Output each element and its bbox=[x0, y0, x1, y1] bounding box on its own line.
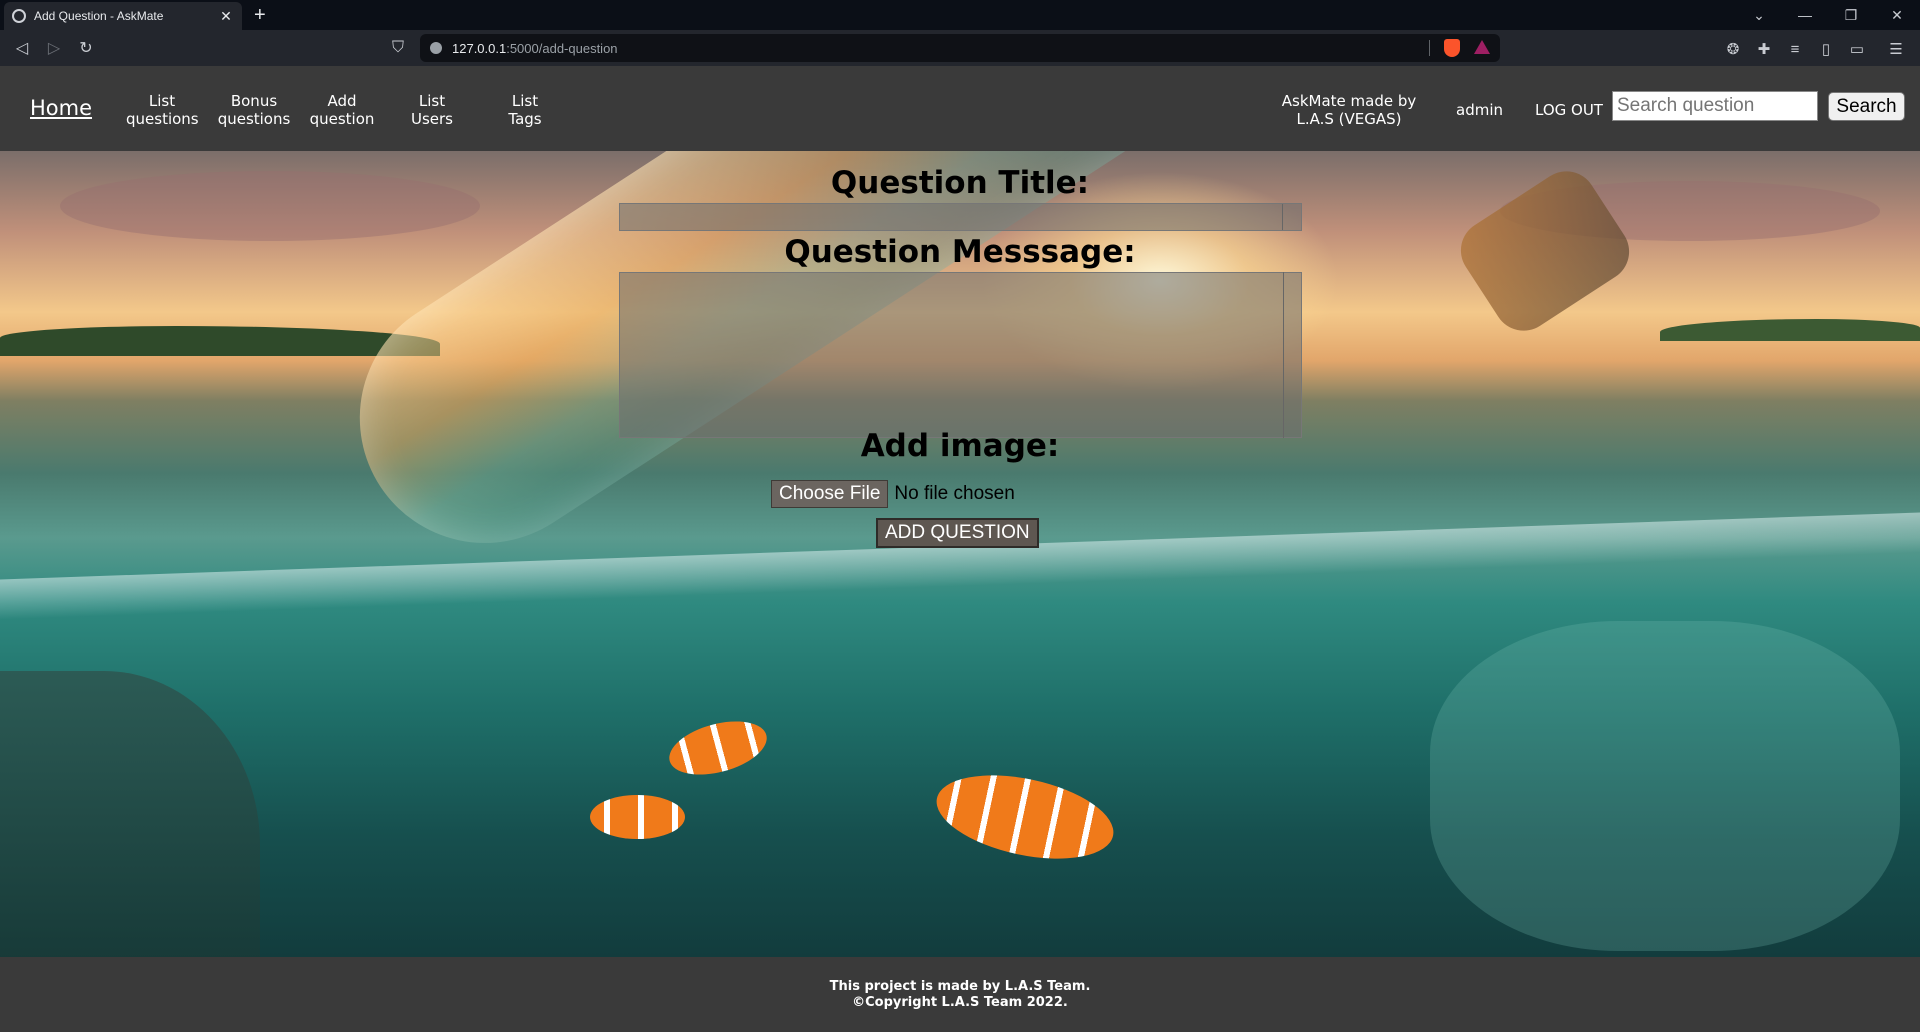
brand-line2: L.A.S (VEGAS) bbox=[1296, 110, 1402, 128]
brave-shields-icon[interactable] bbox=[1444, 39, 1460, 57]
clownfish bbox=[663, 711, 773, 785]
globe-icon bbox=[12, 9, 26, 23]
divider bbox=[1429, 40, 1430, 56]
title-input[interactable] bbox=[619, 203, 1302, 231]
nav-link-line1: List bbox=[418, 92, 446, 110]
resize-bar bbox=[1282, 204, 1283, 230]
nav-list-users-link[interactable]: List Users bbox=[404, 92, 460, 128]
search-button[interactable]: Search bbox=[1828, 92, 1905, 121]
brave-rewards-icon[interactable] bbox=[1474, 40, 1490, 54]
image-label: Add image: bbox=[860, 428, 1060, 464]
wallet-icon[interactable]: ▭ bbox=[1846, 38, 1868, 60]
nav-add-question-link[interactable]: Add question bbox=[308, 92, 376, 128]
puzzle-icon[interactable]: ✚ bbox=[1753, 38, 1775, 60]
extension-icon[interactable]: ❂ bbox=[1722, 38, 1744, 60]
tab-title: Add Question - AskMate bbox=[34, 9, 164, 23]
site-footer: This project is made by L.A.S Team. ©Cop… bbox=[0, 957, 1920, 1032]
message-label: Question Messsage: bbox=[784, 234, 1136, 270]
browser-toolbar: ◁ ▷ ↻ ⛉ 127.0.0.1:5000/add-question bbox=[0, 30, 1920, 66]
footer-line: This project is made by L.A.S Team. bbox=[829, 979, 1091, 994]
browser-tab-strip: Add Question - AskMate ✕ + ⌄ — ❐ ✕ bbox=[0, 0, 1920, 30]
resize-bar bbox=[1283, 272, 1284, 438]
message-textarea[interactable] bbox=[619, 272, 1302, 438]
nav-link-line2: Tags bbox=[508, 110, 542, 128]
brand-line1: AskMate made by bbox=[1281, 92, 1417, 110]
menu-icon[interactable]: ☰ bbox=[1885, 38, 1907, 60]
playlist-icon[interactable]: ≡ bbox=[1784, 38, 1806, 60]
window-close-button[interactable]: ✕ bbox=[1874, 0, 1920, 30]
restore-button[interactable]: ❐ bbox=[1828, 0, 1874, 30]
island bbox=[0, 326, 440, 356]
brand-text: AskMate made by L.A.S (VEGAS) bbox=[1270, 92, 1428, 128]
logout-link[interactable]: LOG OUT bbox=[1535, 101, 1603, 119]
title-label: Question Title: bbox=[830, 165, 1090, 201]
nav-link-line2: questions bbox=[126, 110, 199, 128]
new-tab-button[interactable]: + bbox=[254, 3, 266, 27]
clownfish bbox=[929, 761, 1121, 873]
file-input[interactable]: Choose File No file chosen bbox=[771, 480, 1015, 508]
nav-user-link[interactable]: admin bbox=[1456, 101, 1503, 119]
site-info-icon[interactable] bbox=[430, 42, 442, 54]
clownfish bbox=[590, 795, 685, 839]
add-question-button[interactable]: ADD QUESTION bbox=[876, 518, 1039, 548]
address-bar[interactable]: 127.0.0.1:5000/add-question bbox=[420, 34, 1500, 62]
nav-link-line1: Add bbox=[327, 92, 357, 110]
nav-link-line1: Bonus bbox=[230, 92, 278, 110]
nav-link-line2: questions bbox=[217, 110, 291, 128]
minimize-button[interactable]: — bbox=[1782, 0, 1828, 30]
file-status-text: No file chosen bbox=[894, 483, 1015, 504]
url-path: :5000/add-question bbox=[506, 40, 618, 56]
nav-list-tags-link[interactable]: List Tags bbox=[498, 92, 552, 128]
nav-link-line1: List bbox=[148, 92, 176, 110]
nav-home-link[interactable]: Home bbox=[30, 96, 92, 120]
nav-list-questions-link[interactable]: List questions bbox=[126, 92, 199, 128]
search-input[interactable] bbox=[1612, 91, 1818, 121]
back-icon[interactable]: ◁ bbox=[10, 36, 34, 60]
nav-link-line1: List bbox=[511, 92, 539, 110]
bookmark-icon[interactable]: ⛉ bbox=[386, 36, 410, 60]
choose-file-button[interactable]: Choose File bbox=[771, 480, 889, 508]
plastic-bag bbox=[1430, 621, 1900, 951]
close-tab-icon[interactable]: ✕ bbox=[218, 8, 234, 25]
forward-icon[interactable]: ▷ bbox=[42, 36, 66, 60]
nav-link-line2: question bbox=[309, 110, 375, 128]
site-navbar: Home List questions Bonus questions Add … bbox=[0, 66, 1920, 151]
tab-search-icon[interactable]: ⌄ bbox=[1736, 0, 1782, 30]
url-host: 127.0.0.1 bbox=[452, 40, 507, 56]
island bbox=[1660, 319, 1920, 341]
footer-copyright: ©Copyright L.A.S Team 2022. bbox=[852, 995, 1068, 1010]
rock bbox=[0, 671, 260, 957]
browser-tab[interactable]: Add Question - AskMate ✕ bbox=[4, 2, 242, 30]
page-viewport: Home List questions Bonus questions Add … bbox=[0, 66, 1920, 1032]
nav-link-line2: Users bbox=[410, 110, 453, 128]
sidebar-icon[interactable]: ▯ bbox=[1815, 38, 1837, 60]
reload-icon[interactable]: ↻ bbox=[74, 36, 98, 60]
nav-bonus-questions-link[interactable]: Bonus questions bbox=[216, 92, 292, 128]
